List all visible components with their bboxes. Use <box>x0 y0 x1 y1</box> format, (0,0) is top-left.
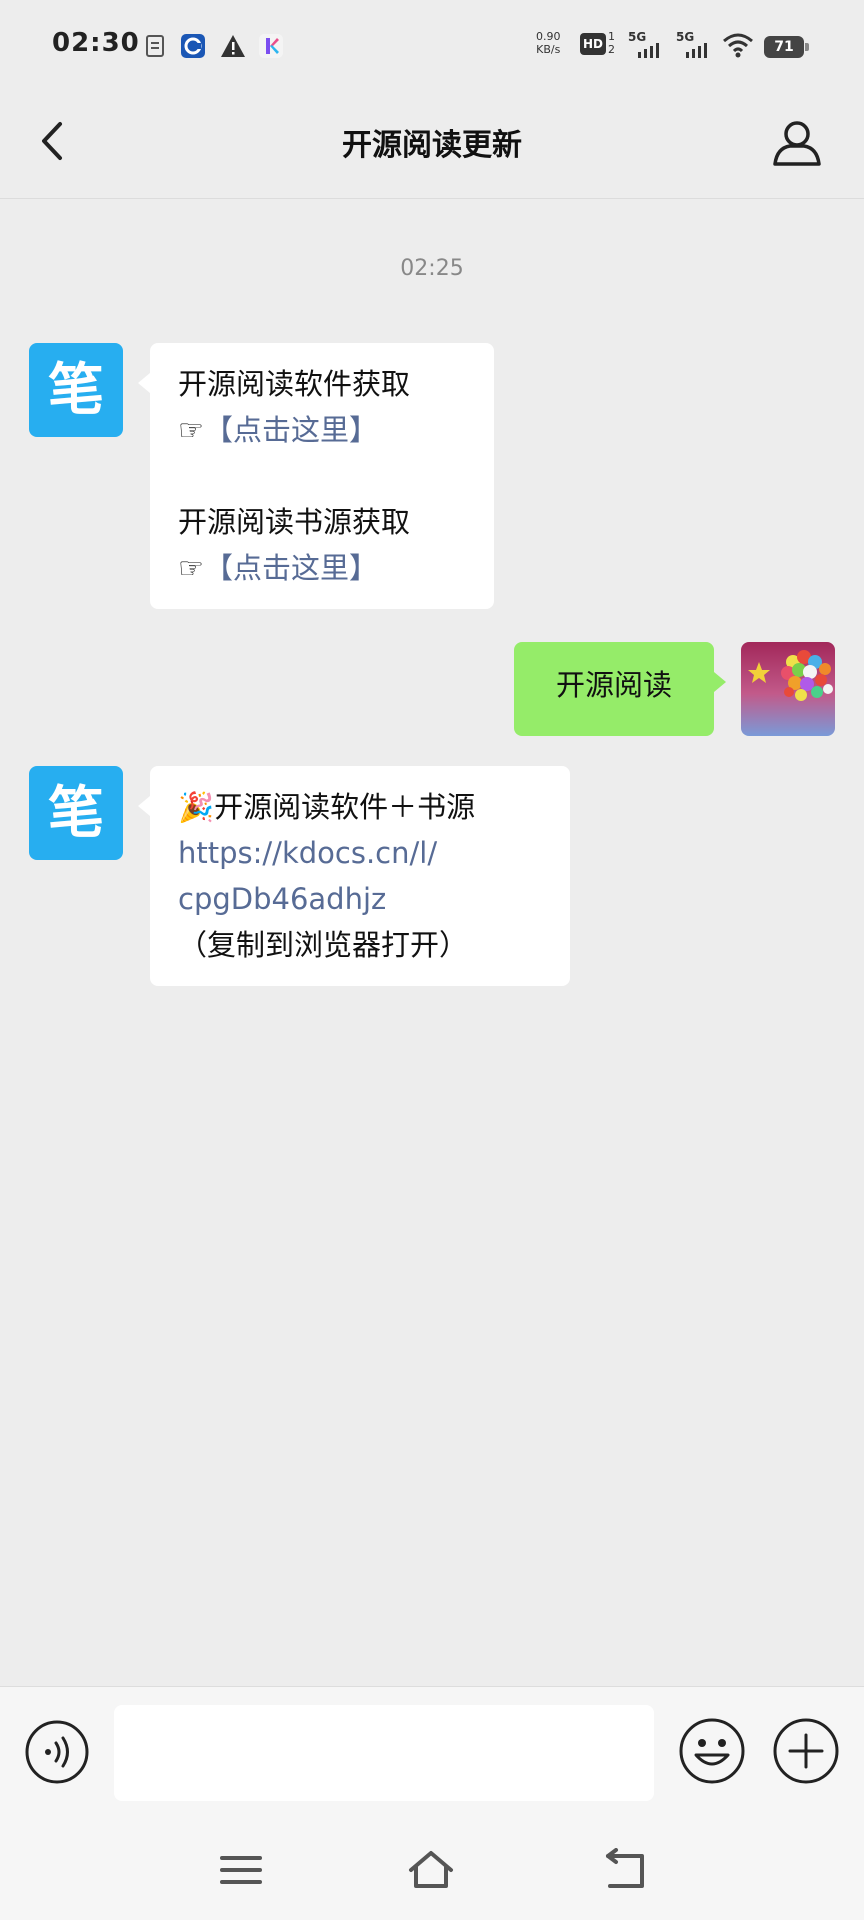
system-nav-bar <box>0 1818 864 1920</box>
signal-icon <box>686 43 707 58</box>
book-source-link[interactable]: 【点击这里】 <box>204 551 378 585</box>
network-speed: 0.90 KB/s <box>536 30 561 56</box>
hd-badge: HD <box>580 33 606 55</box>
battery-icon: 71 <box>764 36 809 58</box>
warning-icon <box>221 35 245 57</box>
chat-timestamp: 02:25 <box>400 256 464 281</box>
message-line: 开源阅读书源获取 <box>178 505 411 539</box>
download-link[interactable]: 【点击这里】 <box>204 413 378 447</box>
hd-sim-index: 1 2 <box>608 30 615 56</box>
input-bar <box>0 1686 864 1819</box>
speed-value: 0.90 <box>536 30 561 43</box>
url-link[interactable]: cpgDb46adhjz <box>178 876 542 922</box>
pointing-hand-icon: ☞ <box>178 413 204 447</box>
speed-unit: KB/s <box>536 43 561 56</box>
message-bubble-me[interactable]: 开源阅读 <box>514 642 726 736</box>
pointing-hand-icon: ☞ <box>178 551 204 585</box>
wifi-icon <box>723 33 753 58</box>
message-line: 开源阅读软件获取 <box>178 367 411 401</box>
page-title: 开源阅读更新 <box>342 128 522 163</box>
home-icon[interactable] <box>406 1848 456 1892</box>
my-avatar[interactable] <box>741 642 835 736</box>
message-input[interactable] <box>114 1705 654 1801</box>
chat-header: 开源阅读更新 <box>0 92 864 199</box>
bot-avatar[interactable]: 笔 <box>29 766 123 860</box>
plus-icon[interactable] <box>772 1717 840 1785</box>
message-line: （复制到浏览器打开） <box>178 928 469 962</box>
balloon-avatar-image <box>741 642 835 736</box>
app-k-icon <box>259 34 283 58</box>
message-line: 🎉开源阅读软件＋书源 <box>178 790 476 824</box>
message-bubble-bot[interactable]: 🎉开源阅读软件＋书源 https://kdocs.cn/l/ cpgDb46ad… <box>138 766 570 986</box>
url-link[interactable]: https://kdocs.cn/l/ <box>178 830 542 876</box>
menu-icon[interactable] <box>216 1848 266 1892</box>
app-c-icon <box>181 34 205 58</box>
status-time: 02:30 <box>52 28 140 58</box>
message-bubble-bot[interactable]: 开源阅读软件获取 ☞【点击这里】 开源阅读书源获取 ☞【点击这里】 <box>138 343 494 609</box>
bot-avatar[interactable]: 笔 <box>29 343 123 437</box>
signal-icon <box>638 43 659 58</box>
emoji-icon[interactable] <box>678 1717 746 1785</box>
link-line: ☞【点击这里】 <box>178 545 466 591</box>
back-icon[interactable] <box>600 1848 650 1892</box>
document-icon <box>146 35 164 57</box>
link-line: ☞【点击这里】 <box>178 407 466 453</box>
person-icon[interactable] <box>770 116 824 170</box>
status-bar: 02:30 0.90 KB/s HD 1 2 5G 5G 71 <box>0 0 864 92</box>
voice-icon[interactable] <box>24 1719 90 1785</box>
